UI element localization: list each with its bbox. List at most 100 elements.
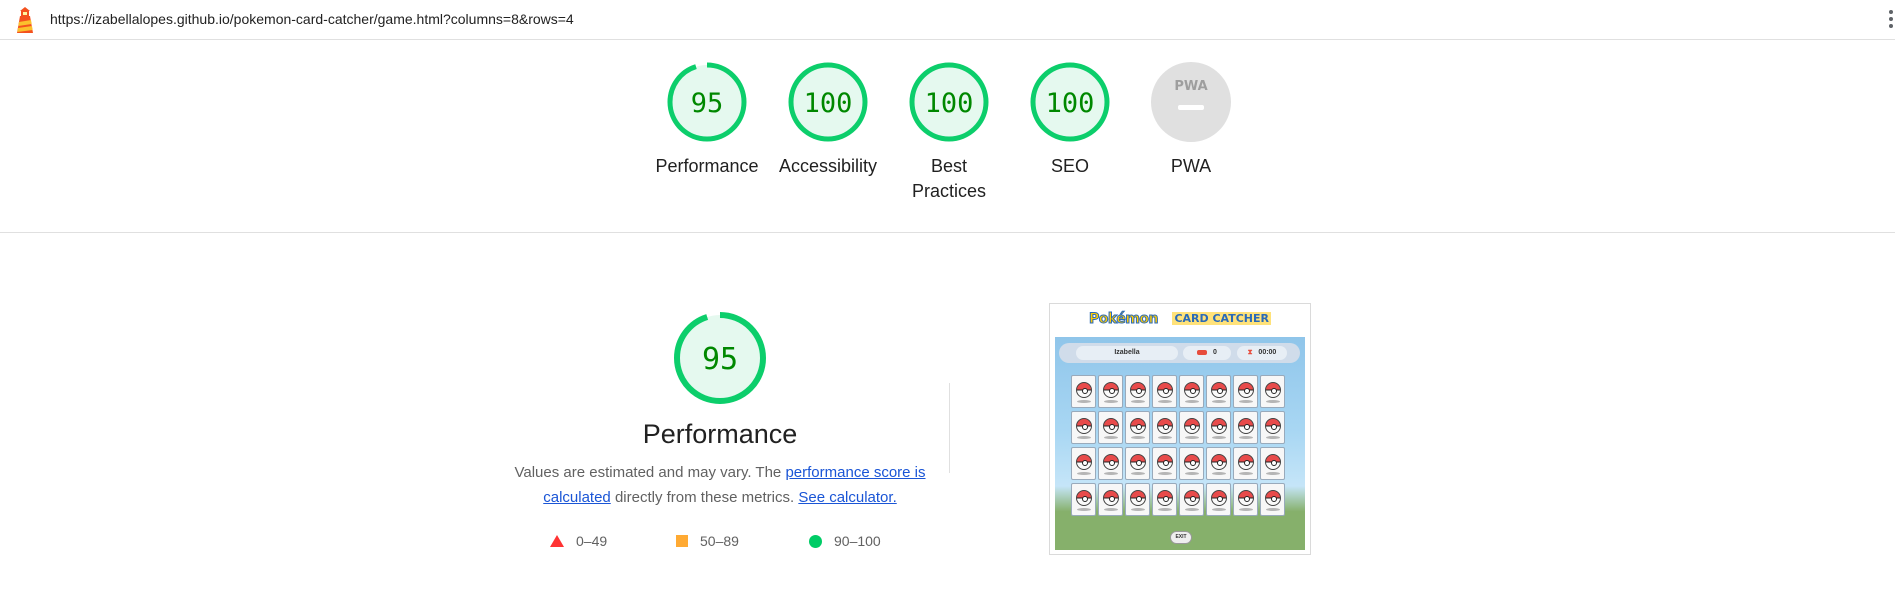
pokeball-icon: [1211, 418, 1227, 434]
game-card[interactable]: [1071, 375, 1096, 408]
pokeball-icon: [1265, 454, 1281, 470]
game-card[interactable]: [1260, 375, 1285, 408]
game-card[interactable]: [1152, 411, 1177, 444]
game-card[interactable]: [1098, 375, 1123, 408]
see-calculator-link[interactable]: See calculator.: [798, 489, 896, 506]
game-card[interactable]: [1260, 447, 1285, 480]
pokemon-logo: Pokémon: [1089, 310, 1159, 327]
card-catcher-title: CARD CATCHER: [1172, 312, 1271, 326]
more-vert-icon[interactable]: [1887, 10, 1895, 32]
game-card[interactable]: [1233, 411, 1258, 444]
game-card[interactable]: [1098, 411, 1123, 444]
game-card[interactable]: [1098, 483, 1123, 516]
pokeball-icon: [1076, 418, 1092, 434]
divider: [949, 383, 950, 473]
timer-value: 00:00: [1258, 349, 1277, 356]
gauge-best-practices[interactable]: 100 Best Practices: [889, 62, 1009, 204]
final-screenshot[interactable]: Pokémon CARD CATCHER Izabella 0 ⧗ 00:00 …: [1049, 303, 1311, 555]
game-card[interactable]: [1152, 483, 1177, 516]
game-card[interactable]: [1233, 375, 1258, 408]
card-shadow: [1185, 508, 1199, 511]
performance-description: Values are estimated and may vary. The p…: [510, 460, 930, 510]
game-card[interactable]: [1152, 447, 1177, 480]
pokeball-icon: [1103, 418, 1119, 434]
gauge-ring: 100: [1030, 62, 1110, 142]
gauge-performance[interactable]: 95 Performance: [647, 62, 767, 179]
game-card[interactable]: [1206, 411, 1231, 444]
card-shadow: [1131, 508, 1145, 511]
moves-counter: 0: [1183, 346, 1231, 360]
game-card[interactable]: [1233, 483, 1258, 516]
game-card[interactable]: [1125, 447, 1150, 480]
card-shadow: [1212, 436, 1226, 439]
card-shadow: [1077, 508, 1091, 511]
circle-icon: [809, 534, 822, 548]
gauge-seo[interactable]: 100 SEO: [1010, 62, 1130, 179]
game-card[interactable]: [1206, 375, 1231, 408]
card-shadow: [1266, 508, 1280, 511]
card-shadow: [1104, 436, 1118, 439]
pokeball-icon: [1265, 490, 1281, 506]
gauge-pwa[interactable]: PWA PWA: [1131, 62, 1251, 179]
pokeball-icon: [1103, 454, 1119, 470]
triangle-icon: [550, 535, 564, 547]
game-card[interactable]: [1260, 483, 1285, 516]
url-bar: https://izabellalopes.github.io/pokemon-…: [0, 0, 1895, 40]
game-card[interactable]: [1071, 483, 1096, 516]
pokeball-icon: [1238, 382, 1254, 398]
card-shadow: [1185, 400, 1199, 403]
score-summary: 95 Performance 100 Accessibility 100 Bes…: [0, 40, 1895, 233]
pokeball-icon: [1130, 382, 1146, 398]
cards-icon: [1197, 349, 1208, 355]
game-card[interactable]: [1179, 483, 1204, 516]
player-name: Izabella: [1076, 346, 1178, 360]
card-shadow: [1266, 436, 1280, 439]
pokeball-icon: [1184, 418, 1200, 434]
legend-pass: 90–100: [809, 533, 881, 549]
pokeball-icon: [1157, 418, 1173, 434]
card-shadow: [1185, 472, 1199, 475]
legend-average: 50–89: [676, 533, 739, 549]
card-shadow: [1077, 472, 1091, 475]
game-card[interactable]: [1125, 375, 1150, 408]
pokeball-icon: [1238, 454, 1254, 470]
game-card[interactable]: [1071, 447, 1096, 480]
exit-button[interactable]: EXIT: [1170, 531, 1192, 544]
card-shadow: [1239, 472, 1253, 475]
desc-text: directly from these metrics.: [614, 489, 795, 506]
moves-value: 0: [1212, 349, 1217, 356]
game-card[interactable]: [1125, 411, 1150, 444]
gauge-ring: 95: [667, 62, 747, 142]
game-card[interactable]: [1098, 447, 1123, 480]
page-url: https://izabellalopes.github.io/pokemon-…: [50, 11, 574, 27]
game-card[interactable]: [1260, 411, 1285, 444]
legend-range: 90–100: [834, 533, 881, 549]
card-shadow: [1158, 508, 1172, 511]
pwa-badge-icon: PWA: [1151, 62, 1231, 142]
game-card[interactable]: [1206, 447, 1231, 480]
score-legend: 0–49 50–89 90–100: [542, 533, 942, 553]
pokeball-icon: [1211, 382, 1227, 398]
game-card[interactable]: [1179, 411, 1204, 444]
pokeball-icon: [1238, 418, 1254, 434]
game-card[interactable]: [1179, 447, 1204, 480]
card-shadow: [1158, 436, 1172, 439]
pokeball-icon: [1157, 454, 1173, 470]
pokeball-icon: [1103, 490, 1119, 506]
gauge-score: 100: [1046, 88, 1095, 119]
gauge-score: 100: [804, 88, 853, 119]
game-card[interactable]: [1179, 375, 1204, 408]
card-shadow: [1131, 400, 1145, 403]
game-card[interactable]: [1071, 411, 1096, 444]
gauge-ring: 100: [788, 62, 868, 142]
game-card[interactable]: [1125, 483, 1150, 516]
card-shadow: [1158, 472, 1172, 475]
game-card[interactable]: [1152, 375, 1177, 408]
game-card[interactable]: [1206, 483, 1231, 516]
lighthouse-icon: [17, 7, 33, 33]
game-card[interactable]: [1233, 447, 1258, 480]
card-shadow: [1077, 400, 1091, 403]
pokeball-icon: [1238, 490, 1254, 506]
gauge-label: PWA: [1170, 156, 1212, 176]
gauge-accessibility[interactable]: 100 Accessibility: [768, 62, 888, 179]
